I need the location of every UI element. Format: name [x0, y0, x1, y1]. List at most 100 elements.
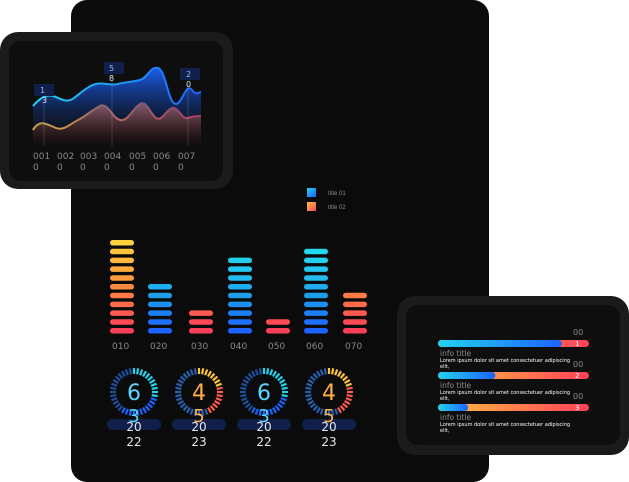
gauge-tick [281, 394, 288, 398]
gauge-tick [114, 375, 121, 382]
x-label-sub: 0 [80, 163, 86, 173]
bar-segment [304, 319, 328, 325]
gauge-tick [281, 386, 288, 390]
gauge: 632022 [107, 368, 161, 449]
gauge: 452023 [172, 368, 226, 449]
info-description: Lorem ipsum dolor sit amet consectetuer … [440, 422, 570, 428]
gauge-number: 6 [127, 381, 141, 406]
info-description: elit, [440, 364, 450, 370]
legend-label: title 01 [328, 191, 346, 197]
x-label: 007 [178, 152, 195, 162]
info-value-top: 00 [573, 392, 583, 401]
bar-segment [148, 292, 172, 299]
bar-segment [304, 328, 328, 334]
gauge-caption-top: 20 [126, 420, 141, 434]
gauge-tick [280, 382, 287, 387]
gauge-tick [182, 372, 189, 379]
x-label: 005 [129, 152, 146, 162]
gauge-tick [149, 400, 156, 405]
bar-segment [148, 301, 172, 308]
gauge-tick [279, 379, 286, 384]
x-label: 002 [57, 152, 74, 162]
gauge-tick [279, 400, 286, 405]
gauge-tick [176, 382, 183, 387]
gauge-tick [241, 382, 248, 387]
bar-segment [343, 319, 367, 325]
bar-segment [110, 301, 134, 308]
gauge-tick [176, 397, 183, 402]
x-label: 001 [33, 152, 50, 162]
gauge-tick [214, 400, 221, 405]
gauge-tick [147, 375, 154, 382]
gauge-tick [272, 407, 277, 414]
bar-stack [148, 284, 172, 334]
bar-category-label: 010 [112, 342, 129, 352]
gauge-tick [244, 375, 251, 382]
bar-category-label: 030 [191, 342, 208, 352]
area-series-cool [33, 67, 201, 146]
gauge-number: 4 [192, 381, 206, 406]
bar-segment [189, 319, 213, 325]
info-description: Lorem ipsum dolor sit amet consectetuer … [440, 390, 570, 396]
bar-segment [228, 284, 252, 290]
bar-category-label: 020 [150, 342, 167, 352]
info-value-top: 00 [573, 360, 583, 369]
x-label-sub: 0 [153, 163, 159, 173]
gauge-tick [212, 402, 219, 409]
callout-value-bottom: 0 [186, 80, 191, 89]
gauge-tick [142, 370, 147, 377]
gauge-tick [207, 370, 212, 377]
gauge-tick [215, 382, 222, 387]
bar-segment [110, 292, 134, 299]
x-label-sub: 0 [33, 163, 39, 173]
bar-segment [343, 301, 367, 308]
gauge-tick [312, 372, 319, 379]
gauge-tick [277, 402, 284, 409]
x-label-sub: 0 [178, 163, 184, 173]
gauge-tick [201, 368, 205, 375]
bar-category-label: 070 [345, 342, 362, 352]
bar-segment [110, 310, 134, 316]
info-description: elit, [440, 396, 450, 402]
legend-label: title 02 [328, 205, 346, 211]
gauge-tick [274, 405, 281, 412]
bar-segment [148, 328, 172, 334]
gauge-tick [151, 386, 158, 390]
gauge-tick [111, 382, 118, 387]
gauge-tick [274, 372, 281, 379]
gauge-tick [316, 370, 321, 377]
gauge-caption-bottom: 23 [321, 435, 336, 449]
gauge-tick [111, 397, 118, 402]
gauge-tick [186, 407, 191, 414]
bar-segment [110, 266, 134, 272]
gauge-tick [309, 402, 316, 409]
bar-category-label: 040 [230, 342, 247, 352]
dashboard-canvas: 1 3 5 8 2 0 001 0 002 0 003 0 004 0 005 … [32, 62, 589, 449]
info-progress-fill [438, 372, 496, 379]
gauge-tick [345, 382, 352, 387]
info-description: elit, [440, 428, 450, 434]
gauge-tick [179, 375, 186, 382]
gauge-tick [204, 369, 209, 376]
gauge-tick [186, 370, 191, 377]
gauge-tick [182, 405, 189, 412]
gauge-tick [189, 369, 194, 376]
gauge-caption-top: 20 [191, 420, 206, 434]
x-label-sub: 0 [57, 163, 63, 173]
gauge-tick [150, 382, 157, 387]
bar-stack [189, 310, 213, 334]
gauge-tick [306, 382, 313, 387]
bar-stack [266, 319, 290, 334]
gauge-tick [144, 372, 151, 379]
gauge: 632022 [237, 368, 291, 449]
gauge-tick [269, 408, 274, 415]
gauge-tick [344, 379, 351, 384]
bar-segment [228, 319, 252, 325]
bar-segment [304, 275, 328, 281]
x-label-sub: 0 [104, 163, 110, 173]
gauge-tick [266, 368, 270, 375]
gauge-tick [215, 397, 222, 402]
bar-segment [304, 248, 328, 255]
gauge-caption-top: 20 [321, 420, 336, 434]
callout-value-bottom: 8 [109, 74, 114, 83]
